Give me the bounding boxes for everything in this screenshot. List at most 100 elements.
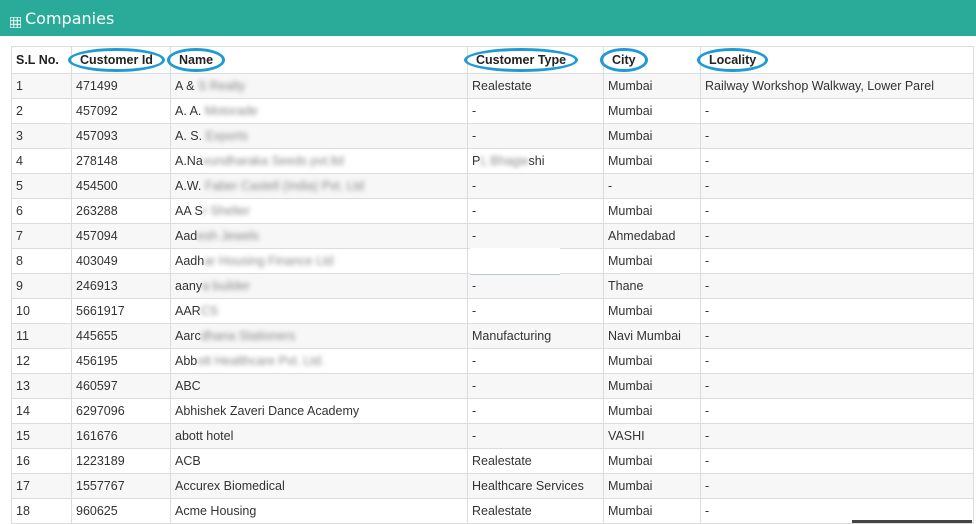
redacted-name: vundharaka Seeds pvt.ltd	[203, 154, 344, 168]
cell-city: Mumbai	[604, 99, 701, 124]
companies-table-container: S.L No. Customer Id Name Customer Type C…	[11, 46, 973, 524]
cell-locality: -	[701, 149, 974, 174]
table-row[interactable]: 15161676abott hotel-VASHI-	[12, 424, 974, 449]
cell-locality: -	[701, 299, 974, 324]
cell-customer-type: -	[468, 99, 604, 124]
cell-customer-id: 1557767	[72, 474, 171, 499]
cell-customer-id: 457092	[72, 99, 171, 124]
cell-sl-no: 9	[12, 274, 72, 299]
cell-customer-type: -	[468, 224, 604, 249]
table-row[interactable]: 105661917AARCS-Mumbai-	[12, 299, 974, 324]
cell-locality: -	[701, 99, 974, 124]
cell-customer-type: -	[468, 299, 604, 324]
cell-city: Mumbai	[604, 474, 701, 499]
header-city[interactable]: City	[604, 47, 701, 74]
cell-city: Mumbai	[604, 299, 701, 324]
redacted-name: dhana Stationers	[201, 329, 296, 343]
cell-name: AA Sr Shelter	[171, 199, 468, 224]
header-sl-no[interactable]: S.L No.	[12, 47, 72, 74]
cell-city: Mumbai	[604, 74, 701, 99]
cell-name: A.W. Faber Castell (India) Pvt. Ltd	[171, 174, 468, 199]
cell-locality: -	[701, 324, 974, 349]
cell-customer-id: 457093	[72, 124, 171, 149]
cell-city: Mumbai	[604, 149, 701, 174]
companies-table: S.L No. Customer Id Name Customer Type C…	[11, 46, 974, 524]
cell-sl-no: 5	[12, 174, 72, 199]
table-row[interactable]: 5454500A.W. Faber Castell (India) Pvt. L…	[12, 174, 974, 199]
table-row[interactable]: 6263288AA Sr Shelter-Mumbai-	[12, 199, 974, 224]
cell-locality: -	[701, 174, 974, 199]
cell-customer-type: -	[468, 349, 604, 374]
table-row[interactable]: 7457094Aadesh Jewels-Ahmedabad-	[12, 224, 974, 249]
cell-city: Mumbai	[604, 499, 701, 524]
cell-sl-no: 6	[12, 199, 72, 224]
redacted-name: Motorade	[205, 104, 258, 118]
table-row[interactable]: 171557767Accurex BiomedicalHealthcare Se…	[12, 474, 974, 499]
cell-sl-no: 13	[12, 374, 72, 399]
table-row[interactable]: 9246913aanya builder-Thane-	[12, 274, 974, 299]
redacted-name: Faber Castell (India) Pvt. Ltd	[201, 179, 364, 193]
cell-locality: -	[701, 199, 974, 224]
cell-locality: Railway Workshop Walkway, Lower Parel	[701, 74, 974, 99]
redacted-name: ott Healthcare Pvt. Ltd.	[197, 354, 324, 368]
table-row[interactable]: 18960625Acme HousingRealestateMumbai-	[12, 499, 974, 524]
cell-name: AARCS	[171, 299, 468, 324]
cell-sl-no: 16	[12, 449, 72, 474]
cell-customer-type: Realestate	[468, 74, 604, 99]
header-name[interactable]: Name	[171, 47, 468, 74]
cell-name: Abbott Healthcare Pvt. Ltd.	[171, 349, 468, 374]
header-locality[interactable]: Locality	[701, 47, 974, 74]
table-row[interactable]: 2457092A. A. Motorade-Mumbai-	[12, 99, 974, 124]
cell-customer-id: 263288	[72, 199, 171, 224]
cell-customer-id: 471499	[72, 74, 171, 99]
cell-customer-type: Realestate	[468, 499, 604, 524]
cell-name: A. S. Exports	[171, 124, 468, 149]
cell-city: VASHI	[604, 424, 701, 449]
table-row[interactable]: 161223189ACBRealestateMumbai-	[12, 449, 974, 474]
cell-customer-id: 246913	[72, 274, 171, 299]
table-row[interactable]: 4278148A.Navundharaka Seeds pvt.ltdPL Bh…	[12, 149, 974, 174]
header-customer-type[interactable]: Customer Type	[468, 47, 604, 74]
panel-header: Companies	[0, 0, 976, 36]
cell-sl-no: 17	[12, 474, 72, 499]
table-row[interactable]: 1471499A & S RealtyRealestateMumbaiRailw…	[12, 74, 974, 99]
cell-name: Aarcdhana Stationers	[171, 324, 468, 349]
cell-locality: -	[701, 374, 974, 399]
cell-name: Aadhar Housing Finance Ltd	[171, 249, 468, 274]
cell-customer-id: 960625	[72, 499, 171, 524]
cell-city: Mumbai	[604, 449, 701, 474]
redacted-name: S Realty	[198, 79, 245, 93]
cell-locality: -	[701, 124, 974, 149]
redacted-name: Exports	[206, 129, 248, 143]
cell-sl-no: 15	[12, 424, 72, 449]
table-row[interactable]: 11445655Aarcdhana StationersManufacturin…	[12, 324, 974, 349]
cell-city: Mumbai	[604, 399, 701, 424]
cell-customer-type: -	[468, 199, 604, 224]
cell-customer-id: 278148	[72, 149, 171, 174]
cell-customer-type: -	[468, 124, 604, 149]
cell-name: A. A. Motorade	[171, 99, 468, 124]
table-body: 1471499A & S RealtyRealestateMumbaiRailw…	[12, 74, 974, 524]
cell-locality: -	[701, 399, 974, 424]
cell-city: Mumbai	[604, 249, 701, 274]
table-grid-icon	[10, 13, 21, 24]
cell-name: Abhishek Zaveri Dance Academy	[171, 399, 468, 424]
cell-customer-id: 161676	[72, 424, 171, 449]
cell-name: Accurex Biomedical	[171, 474, 468, 499]
cell-locality: -	[701, 424, 974, 449]
cell-name: Aadesh Jewels	[171, 224, 468, 249]
cell-sl-no: 12	[12, 349, 72, 374]
table-header-row: S.L No. Customer Id Name Customer Type C…	[12, 47, 974, 74]
cell-customer-id: 456195	[72, 349, 171, 374]
table-row[interactable]: 12456195Abbott Healthcare Pvt. Ltd.-Mumb…	[12, 349, 974, 374]
cell-customer-id: 454500	[72, 174, 171, 199]
cell-customer-id: 6297096	[72, 399, 171, 424]
header-customer-id[interactable]: Customer Id	[72, 47, 171, 74]
table-row[interactable]: 13460597ABC-Mumbai-	[12, 374, 974, 399]
cell-sl-no: 7	[12, 224, 72, 249]
cell-sl-no: 2	[12, 99, 72, 124]
cell-sl-no: 10	[12, 299, 72, 324]
table-row[interactable]: 146297096Abhishek Zaveri Dance Academy-M…	[12, 399, 974, 424]
panel-title: Companies	[25, 9, 114, 28]
table-row[interactable]: 3457093A. S. Exports-Mumbai-	[12, 124, 974, 149]
